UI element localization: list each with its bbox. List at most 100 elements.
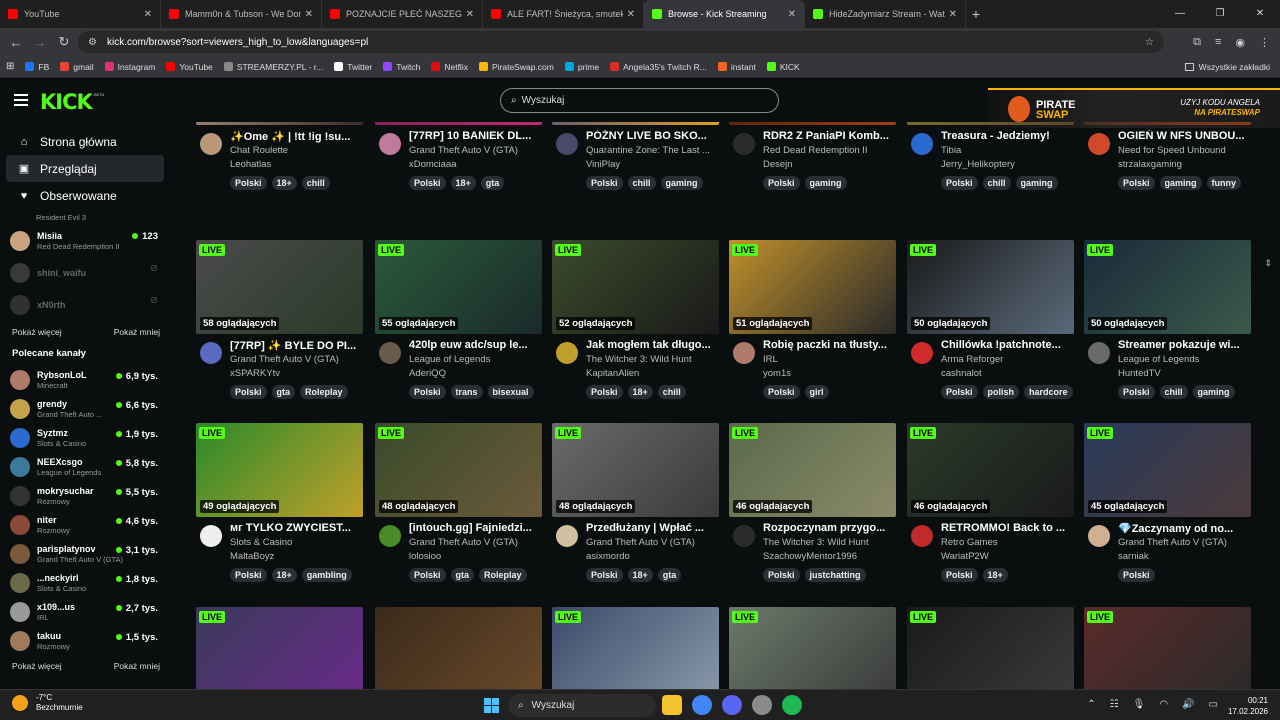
tag-chip[interactable]: chill [982, 176, 1011, 190]
channel-avatar[interactable] [1088, 133, 1110, 155]
tag-chip[interactable]: girl [804, 385, 829, 399]
stream-card[interactable]: LIVE 55 oglądających 420lp euw adc/sup le.… [375, 240, 542, 404]
stream-title[interactable]: 420lp euw adc/sup le... [409, 339, 542, 351]
streamer-name[interactable]: Desejn [763, 159, 793, 170]
spotify-icon[interactable] [782, 695, 802, 715]
url-bar[interactable]: ⚙ kick.com/browse?sort=viewers_high_to_l… [78, 31, 1164, 53]
stream-thumbnail[interactable] [375, 607, 542, 689]
sidebar-nav-item[interactable]: ▣ Przeglądaj [6, 155, 164, 182]
wifi-icon[interactable]: ◠ [1159, 699, 1168, 710]
mic-icon[interactable]: 🎙 [1133, 699, 1146, 710]
stream-category[interactable]: League of Legends [1118, 354, 1251, 365]
channel-avatar[interactable] [200, 525, 222, 547]
stream-card[interactable]: 76 oglądających✨Ome ✨ | !tt !ig !su...Ch… [196, 122, 363, 195]
tag-chip[interactable]: Polski [586, 385, 623, 399]
streamer-name[interactable]: SzachowyMentor1996 [763, 551, 857, 562]
stream-title[interactable]: Rozpoczynam przygo... [763, 522, 896, 534]
sidebar-nav-item[interactable]: ♥ Obserwowane [6, 182, 164, 209]
browser-tab[interactable]: ALE FART! Śnieżyca, smutek Ne ✕ [483, 0, 644, 28]
streamer-name[interactable]: asixmordo [586, 551, 630, 562]
channel-avatar[interactable] [911, 525, 933, 547]
stream-title[interactable]: [77RP] ✨ BYLE DO PI... [230, 339, 363, 352]
channel-avatar[interactable] [911, 342, 933, 364]
bookmark-item[interactable]: Twitter [334, 62, 372, 72]
stream-thumbnail[interactable]: LIVE 50 oglądających [907, 240, 1074, 334]
bookmark-item[interactable]: PirateSwap.com [478, 62, 554, 72]
channel-item[interactable]: grendy Grand Theft Auto ... 6,6 tys. [0, 394, 170, 423]
stream-card[interactable]: LIVE 48 oglądających [intouch.gg] Fajniedz… [375, 423, 542, 587]
stream-thumbnail[interactable]: LIVE 46 oglądających [907, 423, 1074, 517]
streamer-name[interactable]: cashnalot [941, 368, 982, 379]
channel-item[interactable]: Syztmz Slots & Casino 1,9 tys. [0, 423, 170, 452]
channel-avatar[interactable] [1088, 525, 1110, 547]
tag-chip[interactable]: Roleplay [479, 568, 527, 582]
streamer-name[interactable]: WariatP2W [941, 551, 989, 562]
browser-tab[interactable]: YouTube ✕ [0, 0, 161, 28]
channel-item[interactable]: shini_waifu ⊘ [0, 257, 170, 289]
stream-thumbnail[interactable]: LIVE 58 oglądających [196, 240, 363, 334]
streamer-name[interactable]: xSPARKYtv [230, 368, 280, 379]
stream-category[interactable]: Quarantine Zone: The Last ... [586, 145, 719, 156]
stream-card[interactable]: LIVE 50 oglądających Streamer pokazuje wi.… [1084, 240, 1251, 404]
stream-category[interactable]: Grand Theft Auto V (GTA) [409, 145, 542, 156]
stream-title[interactable]: мг TYLKO ZWYCIEST... [230, 522, 363, 534]
stream-card[interactable]: 76 oglądających[77RP] 10 BANIEK DL...Gra… [375, 122, 542, 195]
streamer-name[interactable]: AderiQQ [409, 368, 446, 379]
stream-category[interactable]: Grand Theft Auto V (GTA) [409, 537, 542, 548]
stream-title[interactable]: Jak mogłem tak długo... [586, 339, 719, 351]
tag-chip[interactable]: 18+ [450, 176, 476, 190]
stream-title[interactable]: Treasura - Jedziemy! [941, 130, 1074, 142]
stream-thumbnail[interactable]: LIVE 50 oglądających [1084, 240, 1251, 334]
stream-thumbnail[interactable]: LIVE [729, 607, 896, 689]
stream-category[interactable]: League of Legends [409, 354, 542, 365]
stream-card[interactable]: LIVE [196, 607, 363, 689]
browser-tab[interactable]: Mamm0n & Tubson - We Don' ✕ [161, 0, 322, 28]
tag-chip[interactable]: Polski [1118, 385, 1155, 399]
stream-title[interactable]: Streamer pokazuje wi... [1118, 339, 1251, 351]
channel-avatar[interactable] [379, 525, 401, 547]
stream-thumbnail[interactable]: LIVE 45 oglądających [1084, 423, 1251, 517]
stream-card[interactable]: LIVE 52 oglądających Jak mogłem tak długo.… [552, 240, 719, 404]
stream-title[interactable]: ✨Ome ✨ | !tt !ig !su... [230, 130, 363, 143]
stream-title[interactable]: OGIEŃ W NFS UNBOU... [1118, 130, 1251, 142]
tag-chip[interactable]: Polski [763, 568, 800, 582]
tag-chip[interactable]: Polski [230, 385, 267, 399]
tag-chip[interactable]: Polski [941, 176, 978, 190]
channel-item[interactable]: NEEXcsgo League of Legends 5,8 tys. [0, 452, 170, 481]
stream-category[interactable]: Chat Roulette [230, 145, 363, 156]
channel-item[interactable]: RybsonLoL Minecraft 6,9 tys. [0, 365, 170, 394]
maximize-icon[interactable]: ❐ [1200, 0, 1240, 28]
streamer-name[interactable]: Leohatlas [230, 159, 271, 170]
tag-chip[interactable]: gaming [1015, 176, 1058, 190]
minimize-icon[interactable]: — [1160, 0, 1200, 28]
stream-card[interactable]: LIVE [1084, 607, 1251, 689]
stream-card[interactable]: 75 oglądającychPÓŹNY LIVE BO SKO...Quara… [552, 122, 719, 195]
bookmark-item[interactable]: Instagram [104, 62, 155, 72]
forward-icon[interactable]: → [28, 35, 52, 50]
file-explorer-icon[interactable] [662, 695, 682, 715]
stream-category[interactable]: Retro Games [941, 537, 1074, 548]
close-window-icon[interactable]: ✕ [1240, 0, 1280, 28]
channel-item[interactable]: x109...us IRL 2,7 tys. [0, 597, 170, 626]
show-more-link[interactable]: Pokaż więcej [12, 327, 62, 337]
stream-card[interactable] [375, 607, 542, 689]
tag-chip[interactable]: 18+ [982, 568, 1008, 582]
tag-chip[interactable]: Polski [230, 176, 267, 190]
stream-card[interactable]: LIVE 58 oglądających [77RP] ✨ BYLE DO PI..… [196, 240, 363, 404]
stream-category[interactable]: Grand Theft Auto V (GTA) [586, 537, 719, 548]
battery-icon[interactable]: ▭ [1209, 699, 1218, 710]
stream-thumbnail[interactable]: LIVE [907, 607, 1074, 689]
tag-chip[interactable]: Polski [1118, 176, 1155, 190]
stream-thumbnail[interactable]: LIVE 46 oglądających [729, 423, 896, 517]
channel-item[interactable]: takuu Rozmowy 1,5 tys. [0, 626, 170, 655]
show-less-link[interactable]: Pokaż mniej [114, 661, 160, 671]
tag-chip[interactable]: gta [271, 385, 296, 399]
channel-avatar[interactable] [911, 133, 933, 155]
site-info-icon[interactable]: ⚙ [88, 37, 97, 48]
channel-avatar[interactable] [379, 133, 401, 155]
tag-chip[interactable]: Polski [763, 176, 800, 190]
streamer-name[interactable]: HuntedTV [1118, 368, 1161, 379]
stream-card[interactable]: LIVE 45 oglądających 💎Zaczynamy od no... Gr… [1084, 423, 1251, 587]
streamer-name[interactable]: ViniPlay [586, 159, 620, 170]
tag-chip[interactable]: polish [982, 385, 1020, 399]
